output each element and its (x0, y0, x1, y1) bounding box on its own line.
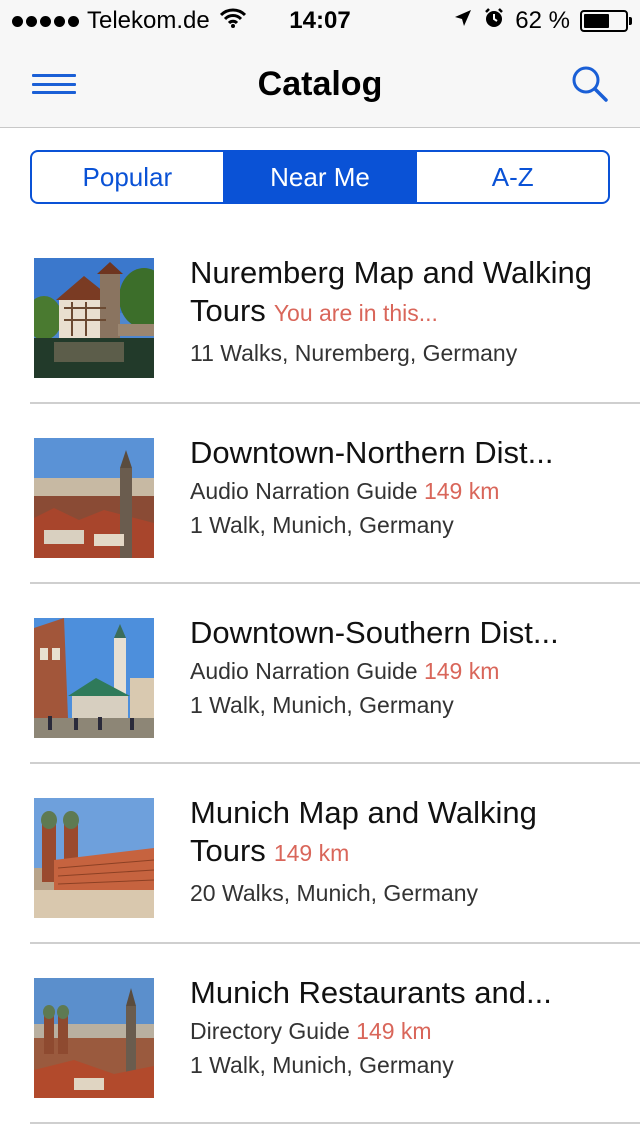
thumbnail-nuremberg-image (34, 258, 154, 378)
distance-label: 149 km (423, 478, 500, 504)
navigation-bar: Catalog (0, 40, 640, 128)
status-bar: Telekom.de 14:07 62 % (0, 0, 640, 40)
item-guide-type: Audio Narration Guide 149 km (190, 658, 500, 684)
item-guide-type: Directory Guide 149 km (190, 1018, 432, 1044)
item-info: Munich Map and Walking Tours 149 km 20 Wa… (190, 794, 610, 910)
distance-label: 149 km (273, 840, 350, 866)
list-item[interactable]: Downtown-Southern Dist... Audio Narratio… (30, 584, 640, 764)
item-info: Downtown-Northern Dist... Audio Narratio… (190, 434, 610, 542)
item-details: 1 Walk, Munich, Germany (190, 1052, 454, 1078)
item-guide-type: Audio Narration Guide 149 km (190, 478, 500, 504)
item-details: 20 Walks, Munich, Germany (190, 880, 479, 906)
item-title: Munich Restaurants and... (190, 975, 552, 1010)
location-arrow-icon (453, 7, 473, 35)
page-title: Catalog (257, 65, 383, 103)
thumbnail-frauenkirche-image (34, 798, 154, 918)
item-details: 11 Walks, Nuremberg, Germany (190, 340, 518, 366)
thumbnail-munich-square-image (34, 618, 154, 738)
catalog-list: Nuremberg Map and Walking Tours You are i… (0, 224, 640, 1124)
thumbnail-munich-skyline-image (34, 438, 154, 558)
item-details: 1 Walk, Munich, Germany (190, 692, 454, 718)
location-badge: You are in this... (273, 300, 438, 326)
search-icon (572, 66, 608, 102)
tab-popular[interactable]: Popular (32, 152, 223, 202)
battery-fill (584, 14, 609, 28)
status-right: 62 % (453, 6, 632, 36)
item-info: Munich Restaurants and... Directory Guid… (190, 974, 610, 1082)
item-title: Downtown-Southern Dist... (190, 615, 559, 650)
list-item[interactable]: Munich Map and Walking Tours 149 km 20 Wa… (30, 764, 640, 944)
item-title: Munich Map and Walking Tours 149 km (190, 795, 537, 868)
item-info: Nuremberg Map and Walking Tours You are i… (190, 254, 610, 370)
search-button[interactable] (570, 64, 610, 104)
item-info: Downtown-Southern Dist... Audio Narratio… (190, 614, 610, 722)
tab-near-me[interactable]: Near Me (222, 152, 416, 202)
item-details: 1 Walk, Munich, Germany (190, 512, 454, 538)
battery-icon (580, 10, 632, 32)
segmented-control: Popular Near Me A-Z (30, 150, 610, 204)
alarm-icon (483, 7, 505, 36)
item-title: Nuremberg Map and Walking Tours You are i… (190, 255, 593, 328)
list-item[interactable]: Nuremberg Map and Walking Tours You are i… (30, 224, 640, 404)
distance-label: 149 km (356, 1018, 432, 1044)
item-title: Downtown-Northern Dist... (190, 435, 554, 470)
tab-a-z[interactable]: A-Z (415, 152, 608, 202)
list-item[interactable]: Munich Restaurants and... Directory Guid… (30, 944, 640, 1124)
thumbnail-munich-rooftops-image (34, 978, 154, 1098)
list-item[interactable]: Downtown-Northern Dist... Audio Narratio… (30, 404, 640, 584)
battery-percent: 62 % (515, 7, 570, 34)
distance-label: 149 km (423, 658, 500, 684)
